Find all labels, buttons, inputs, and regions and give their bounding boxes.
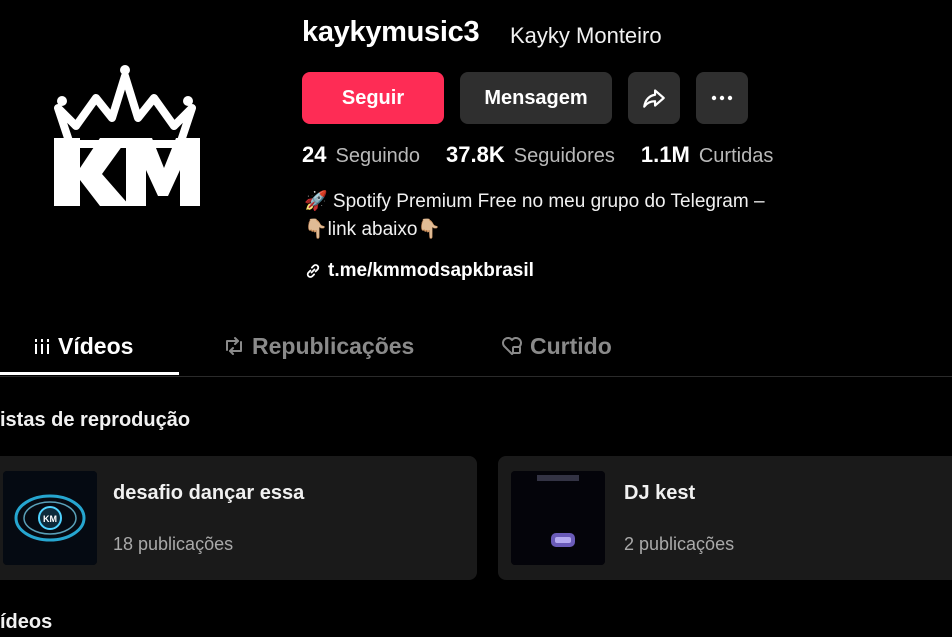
repost-icon (226, 337, 242, 355)
stat-label: Curtidas (698, 145, 774, 167)
bio-line-1: 🚀 Spotify Premium Free no meu grupo do T… (304, 191, 765, 212)
tab-liked[interactable]: Curtido (500, 316, 612, 376)
follow-button[interactable]: Seguir (302, 72, 444, 124)
svg-text:KM: KM (43, 514, 57, 524)
more-button[interactable] (696, 72, 748, 124)
tab-videos[interactable]: Vídeos (32, 316, 133, 376)
stat-likes: 1.1M Curtidas (641, 142, 773, 168)
stat-value: 1.1M (640, 142, 690, 167)
playlist-title: desafio dançar essa (113, 482, 305, 504)
active-tab-indicator (0, 372, 179, 375)
stat-following[interactable]: 24 Seguindo (302, 142, 420, 168)
profile-page: kaykymusic3 Kayky Monteiro Seguir Mensag… (0, 0, 952, 637)
message-button[interactable]: Mensagem (460, 72, 612, 124)
playlist-cover-image-icon: KM (3, 471, 97, 565)
tab-label: Curtido (530, 332, 612, 359)
playlist-card[interactable]: DJ kest 2 publicações (498, 456, 952, 580)
bio-line-2: 👇🏼link abaixo👇🏼 (304, 219, 442, 240)
tab-label: Vídeos (58, 332, 134, 359)
playlist-count: 2 publicações (624, 534, 735, 554)
playlists-heading: istas de reprodução (0, 409, 191, 431)
avatar[interactable] (40, 56, 210, 226)
playlist-cover-image-icon (511, 471, 605, 565)
crown-km-logo-icon (54, 65, 200, 206)
stat-label: Seguidores (513, 145, 615, 167)
playlist-thumbnail (511, 471, 605, 565)
follow-button-label: Seguir (341, 86, 405, 109)
share-button[interactable] (628, 72, 680, 124)
playlist-card[interactable]: KM desafio dançar essa 18 publicações (0, 456, 477, 580)
stat-label: Seguindo (335, 145, 421, 167)
bio-link[interactable]: t.me/kmmodsapkbrasil (304, 260, 534, 282)
grid-bars-icon (35, 339, 49, 354)
bio-link-text: t.me/kmmodsapkbrasil (328, 260, 534, 281)
playlist-title: DJ kest (624, 482, 696, 504)
tab-reposts[interactable]: Republicações (222, 316, 414, 376)
profile-stats: 24 Seguindo 37.8K Seguidores 1.1M Curtid… (302, 142, 799, 168)
stat-followers[interactable]: 37.8K Seguidores (446, 142, 615, 168)
videos-heading: ídeos (0, 611, 53, 633)
playlist-count: 18 publicações (113, 534, 234, 554)
stat-value: 37.8K (446, 142, 505, 167)
heart-lock-icon (502, 337, 522, 355)
tab-label: Republicações (252, 332, 415, 359)
profile-tabs: Vídeos Republicações Curtido (0, 316, 952, 377)
display-name: Kayky Monteiro (510, 23, 662, 48)
message-button-label: Mensagem (484, 86, 588, 109)
stat-value: 24 (302, 142, 327, 167)
playlist-thumbnail: KM (3, 471, 97, 565)
link-icon (306, 264, 320, 278)
bio: 🚀 Spotify Premium Free no meu grupo do T… (304, 188, 844, 244)
share-arrow-icon (643, 89, 665, 108)
more-dots-icon (711, 95, 733, 101)
username: kaykymusic3 (302, 16, 480, 48)
